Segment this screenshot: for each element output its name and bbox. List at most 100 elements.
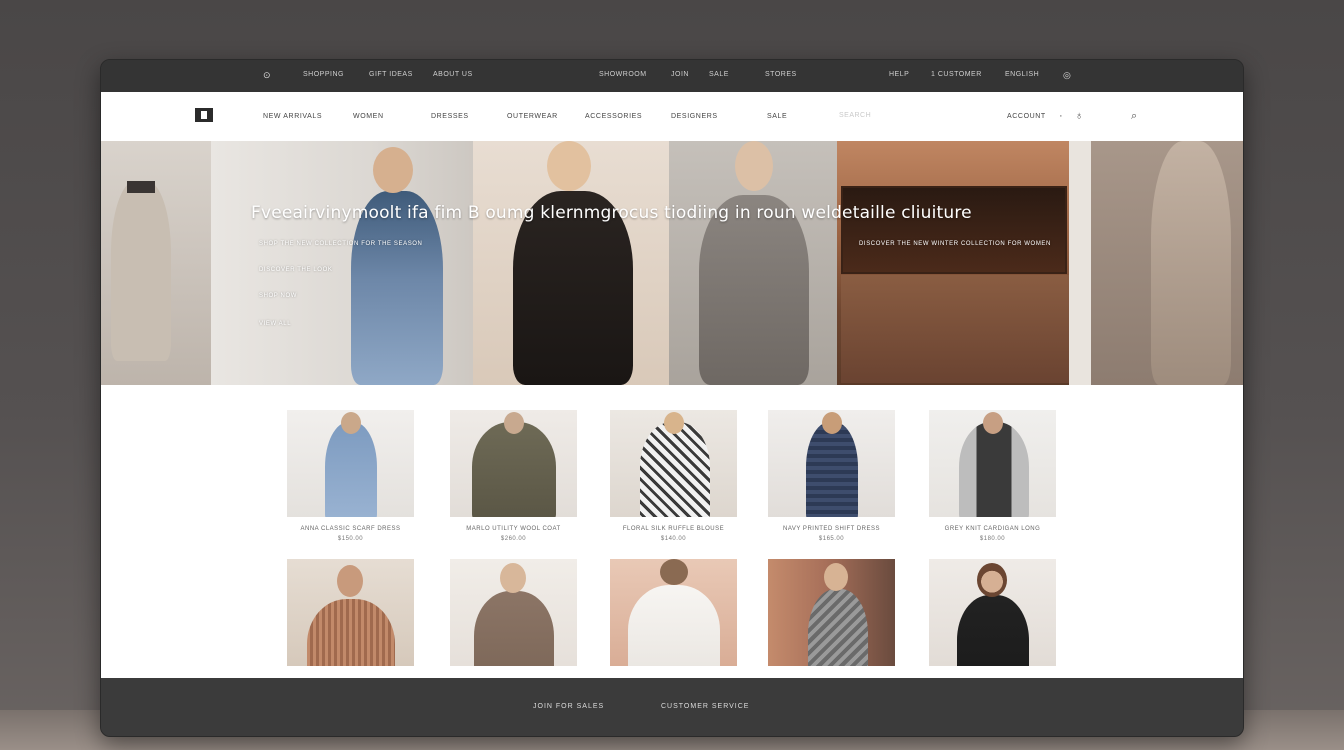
model-figure [959, 422, 1029, 517]
model-head [341, 412, 361, 434]
hero-image-panel [1091, 141, 1243, 385]
product-name[interactable]: GREY KNIT CARDIGAN LONG [929, 526, 1056, 532]
product-name[interactable]: NAVY PRINTED SHIFT DRESS [768, 526, 895, 532]
hero-subtitle: DISCOVER THE LOOK [259, 267, 333, 273]
product-image[interactable] [929, 410, 1056, 517]
model-figure [957, 595, 1029, 666]
product-card[interactable] [610, 559, 737, 666]
product-card[interactable]: NAVY PRINTED SHIFT DRESS $165.00 [768, 410, 895, 542]
model-figure [628, 585, 720, 666]
product-image[interactable] [450, 559, 577, 666]
product-price: $150.00 [337, 536, 364, 542]
product-name[interactable]: ANNA CLASSIC SCARF DRESS [287, 526, 414, 532]
product-image[interactable] [450, 410, 577, 517]
product-image[interactable] [610, 410, 737, 517]
utility-link[interactable]: ABOUT US [433, 71, 473, 78]
hero-cta-link[interactable]: SHOP NOW [259, 293, 297, 299]
hero-caption: DISCOVER THE NEW WINTER COLLECTION FOR W… [859, 241, 1051, 247]
model-figure [474, 591, 554, 666]
account-link[interactable]: ACCOUNT [1007, 113, 1046, 120]
model-figure [699, 195, 809, 385]
model-head [824, 563, 848, 591]
hero-banner[interactable]: Fveeairvinymoolt ifa fim B oumg klernmgr… [101, 141, 1243, 385]
product-image[interactable] [768, 410, 895, 517]
hero-cta-link[interactable]: VIEW ALL [259, 321, 291, 327]
utility-link[interactable]: SHOWROOM [599, 71, 647, 78]
model-head [373, 147, 413, 193]
model-figure [111, 181, 171, 361]
product-card[interactable]: FLORAL SILK RUFFLE BLOUSE $140.00 [610, 410, 737, 542]
nav-item[interactable]: ACCESSORIES [585, 113, 642, 120]
interior-cabinet [841, 275, 1069, 383]
footer-link[interactable]: CUSTOMER SERVICE [661, 703, 749, 710]
product-grid: ANNA CLASSIC SCARF DRESS $150.00 MARLO U… [101, 385, 1243, 678]
utility-link[interactable]: GIFT IDEAS [369, 71, 413, 78]
model-head [504, 412, 524, 434]
model-figure [325, 422, 377, 517]
product-card[interactable] [768, 559, 895, 666]
model-head [822, 412, 842, 434]
utility-bar: ⊙ SHOPPING GIFT IDEAS ABOUT US SHOWROOM … [101, 60, 1243, 92]
product-card[interactable]: MARLO UTILITY WOOL COAT $260.00 [450, 410, 577, 542]
model-head [983, 412, 1003, 434]
brand-logo[interactable] [195, 108, 213, 122]
product-image[interactable] [287, 410, 414, 517]
hero-image-panel [473, 141, 669, 385]
model-head [977, 563, 1007, 597]
user-icon[interactable]: · [1059, 110, 1063, 122]
product-image[interactable] [768, 559, 895, 666]
product-card[interactable] [929, 559, 1056, 666]
product-name[interactable]: MARLO UTILITY WOOL COAT [450, 526, 577, 532]
model-figure [1151, 141, 1231, 385]
nav-item[interactable]: WOMEN [353, 113, 384, 120]
nav-item[interactable]: OUTERWEAR [507, 113, 558, 120]
account-icon[interactable]: ⊙ [263, 70, 271, 81]
product-image[interactable] [929, 559, 1056, 666]
interior-screen [841, 186, 1067, 274]
product-card[interactable]: GREY KNIT CARDIGAN LONG $180.00 [929, 410, 1056, 542]
model-figure [472, 422, 556, 517]
footer-link[interactable]: JOIN FOR SALES [533, 703, 604, 710]
product-price: $260.00 [500, 536, 527, 542]
utility-link[interactable]: 1 CUSTOMER [931, 71, 982, 78]
hero-title: Fveeairvinymoolt ifa fim B oumg klernmgr… [251, 203, 972, 223]
search-icon[interactable]: ⌕ [1131, 110, 1137, 123]
model-figure [640, 422, 710, 517]
product-price: $140.00 [660, 536, 687, 542]
browser-window: ⊙ SHOPPING GIFT IDEAS ABOUT US SHOWROOM … [100, 59, 1244, 737]
utility-link[interactable]: SHOPPING [303, 71, 344, 78]
watch-image [127, 181, 155, 193]
model-head [337, 565, 363, 597]
product-card[interactable] [450, 559, 577, 666]
product-image[interactable] [610, 559, 737, 666]
product-card[interactable] [287, 559, 414, 666]
utility-link[interactable]: STORES [765, 71, 797, 78]
product-name[interactable]: FLORAL SILK RUFFLE BLOUSE [610, 526, 737, 532]
model-head [735, 141, 773, 191]
cart-icon[interactable]: ◎ [1063, 70, 1071, 81]
model-figure [808, 589, 868, 666]
search-input[interactable]: SEARCH [839, 112, 871, 119]
nav-item[interactable]: DRESSES [431, 113, 469, 120]
model-head [547, 141, 591, 191]
hero-divider [1069, 141, 1091, 385]
model-figure [806, 422, 858, 517]
utility-link[interactable]: JOIN [671, 71, 689, 78]
nav-item[interactable]: NEW ARRIVALS [263, 113, 322, 120]
nav-item[interactable]: SALE [767, 113, 787, 120]
product-image[interactable] [287, 559, 414, 666]
model-head [660, 559, 688, 585]
utility-link[interactable]: SALE [709, 71, 729, 78]
product-card[interactable]: ANNA CLASSIC SCARF DRESS $150.00 [287, 410, 414, 542]
utility-link[interactable]: HELP [889, 71, 909, 78]
hero-subtitle: SHOP THE NEW COLLECTION FOR THE SEASON [259, 241, 423, 247]
model-head [500, 563, 526, 593]
model-figure [307, 599, 395, 666]
language-selector[interactable]: ENGLISH [1005, 71, 1039, 78]
model-head [664, 412, 684, 434]
nav-item[interactable]: DESIGNERS [671, 113, 718, 120]
bag-icon[interactable]: ♁ [1075, 110, 1083, 122]
site-footer: JOIN FOR SALES CUSTOMER SERVICE [101, 678, 1243, 736]
product-price: $165.00 [818, 536, 845, 542]
hero-image-panel [211, 141, 473, 385]
